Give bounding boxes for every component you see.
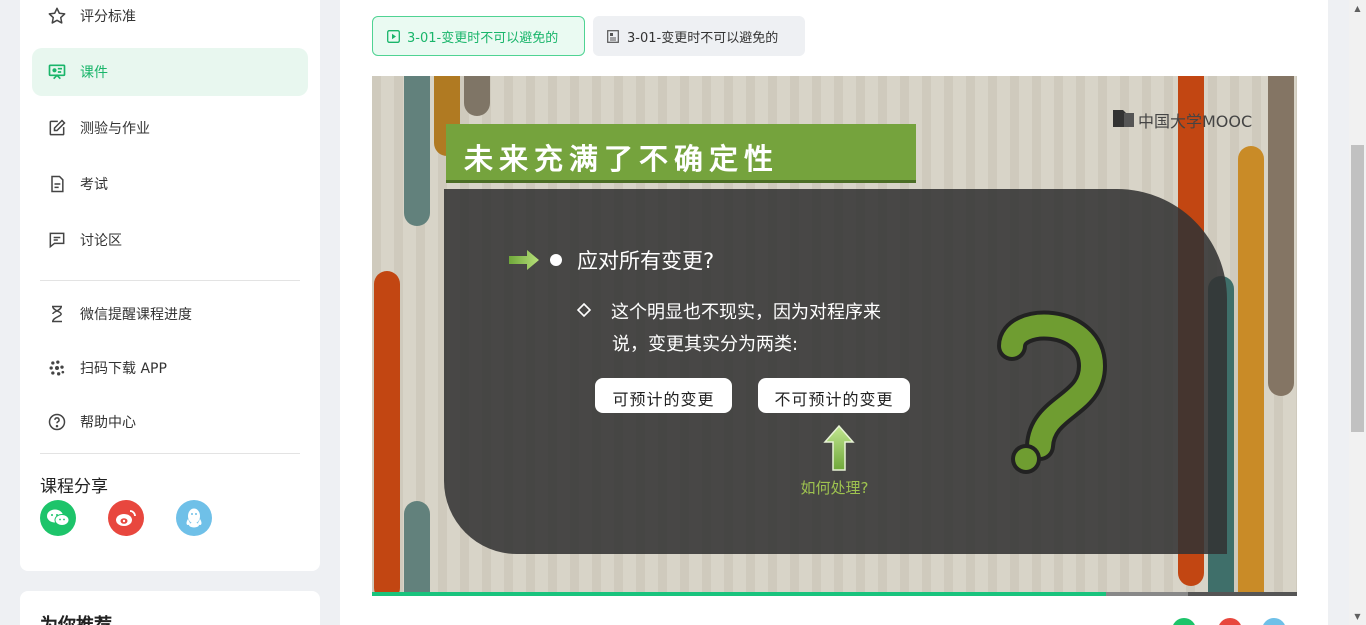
main-content: 3-01-变更时不可以避免的 3-01-变更时不可以避免的 未来充满了不确定性 …	[340, 0, 1328, 625]
scroll-down-arrow-icon[interactable]: ▼	[1352, 611, 1363, 622]
sidebar-item-wechat-reminder[interactable]: 微信提醒课程进度	[32, 290, 308, 338]
courseware-icon	[46, 61, 68, 83]
tab-label: 3-01-变更时不可以避免的	[627, 30, 779, 46]
content-panel	[444, 189, 1227, 554]
slide-sub-text-line2: 说，变更其实分为两类:	[612, 334, 799, 355]
sidebar-item-label: 评分标准	[80, 9, 136, 25]
sidebar-item-label: 考试	[80, 177, 108, 193]
sidebar-item-help[interactable]: 帮助中心	[32, 398, 308, 446]
share-title: 课程分享	[40, 477, 108, 497]
doc-icon	[607, 29, 621, 43]
recommend-card: 为你推荐	[20, 591, 320, 625]
sidebar-divider	[40, 453, 300, 454]
sidebar-item-label: 测验与作业	[80, 121, 150, 137]
sidebar-item-exam[interactable]: 考试	[32, 160, 308, 208]
unpredictable-change-label: 不可预计的变更	[774, 390, 894, 409]
sidebar-item-label: 课件	[80, 65, 108, 81]
sidebar-item-label: 扫码下载 APP	[80, 361, 167, 377]
sidebar-divider	[40, 280, 300, 281]
slide-logo-text: 中国大学MOOC	[1138, 112, 1253, 131]
comment-icon	[46, 229, 68, 251]
tab-document[interactable]: 3-01-变更时不可以避免的	[593, 16, 805, 56]
predictable-change-label: 可预计的变更	[612, 390, 715, 409]
recommend-title: 为你推荐	[40, 611, 112, 625]
play-icon	[387, 29, 401, 43]
qq-icon[interactable]	[176, 500, 212, 536]
sidebar-item-label: 讨论区	[80, 233, 122, 249]
how-to-handle-text: 如何处理?	[800, 479, 869, 497]
slide-title: 未来充满了不确定性	[464, 142, 780, 176]
progress-fill	[372, 592, 1106, 596]
sidebar-item-grading[interactable]: 评分标准	[32, 0, 308, 40]
scroll-thumb[interactable]	[1351, 145, 1364, 432]
progress-bar[interactable]	[372, 592, 1297, 596]
document-icon	[46, 173, 68, 195]
sidebar-item-label: 帮助中心	[80, 415, 136, 431]
edit-icon	[46, 117, 68, 139]
sidebar-item-discussion[interactable]: 讨论区	[32, 216, 308, 264]
sidebar-item-label: 微信提醒课程进度	[80, 307, 192, 323]
course-sidebar: 评分标准 课件 测验与作业 考试 讨论区 微信提醒课程进度 扫码下载 APP 帮…	[20, 0, 320, 571]
tab-video[interactable]: 3-01-变更时不可以避免的	[372, 16, 585, 56]
weibo-icon[interactable]	[108, 500, 144, 536]
bullet-dot	[550, 254, 562, 266]
sidebar-item-download-app[interactable]: 扫码下载 APP	[32, 344, 308, 392]
help-icon	[46, 411, 68, 433]
sidebar-item-quiz[interactable]: 测验与作业	[32, 104, 308, 152]
hourglass-icon	[46, 303, 68, 325]
star-icon	[46, 5, 68, 27]
sidebar-item-courseware[interactable]: 课件	[32, 48, 308, 96]
app-icon	[46, 357, 68, 379]
buffer-bar	[1105, 592, 1188, 596]
scroll-up-arrow-icon[interactable]: ▲	[1352, 3, 1363, 14]
wechat-icon[interactable]	[40, 500, 76, 536]
tab-label: 3-01-变更时不可以避免的	[407, 30, 559, 46]
slide-sub-text-line1: 这个明显也不现实，因为对程序来	[611, 302, 881, 323]
video-player[interactable]: 未来充满了不确定性 中国大学MOOC 应对所有变更? 这个明显也不现实，因为对程…	[372, 76, 1297, 596]
slide-bullet-text: 应对所有变更?	[577, 249, 715, 273]
